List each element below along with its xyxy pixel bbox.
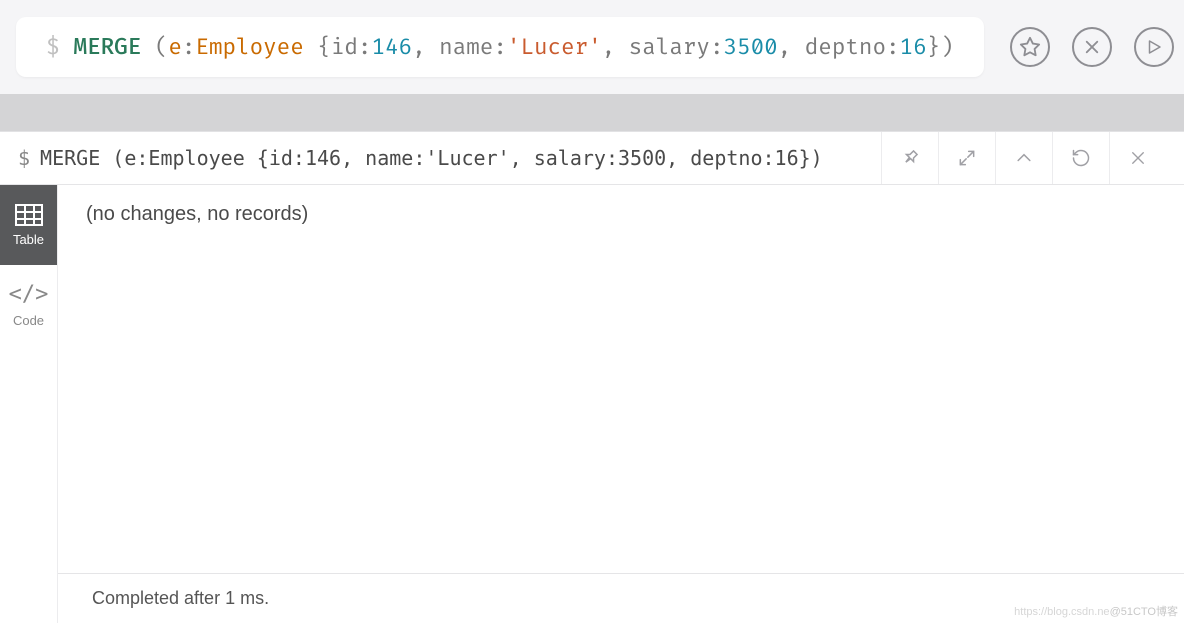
cypher-input[interactable]: $ MERGE (e:Employee {id:146, name:'Lucer… [16,17,984,77]
result-content: (no changes, no records) Completed after… [58,185,1184,623]
result-panel: $ MERGE (e:Employee {id:146, name:'Lucer… [0,131,1184,623]
tab-table[interactable]: Table [0,185,57,265]
result-query-text: MERGE (e:Employee {id:146, name:'Lucer',… [40,146,881,170]
watermark: https://blog.csdn.ne@51CTO博客 [1014,603,1178,619]
prompt-symbol: $ [46,34,60,61]
result-header: $ MERGE (e:Employee {id:146, name:'Lucer… [0,132,1184,185]
query-bar-actions [1010,27,1174,67]
close-icon [1129,149,1147,167]
expand-icon [957,148,977,168]
table-icon [15,204,43,226]
tab-code-label: Code [13,313,44,328]
run-button[interactable] [1134,27,1174,67]
close-result-button[interactable] [1109,132,1166,184]
separator-bar [0,94,1184,131]
cypher-query-content: MERGE (e:Employee {id:146, name:'Lucer',… [74,34,954,61]
tab-code[interactable]: </> Code [0,265,57,345]
collapse-button[interactable] [995,132,1052,184]
rerun-button[interactable] [1052,132,1109,184]
view-tabs: Table </> Code [0,185,58,623]
star-icon [1019,36,1041,58]
query-bar: $ MERGE (e:Employee {id:146, name:'Lucer… [0,0,1184,94]
status-text: Completed after 1 ms. [92,588,269,609]
pin-icon [900,148,920,168]
refresh-icon [1071,148,1091,168]
chevron-up-icon [1014,148,1034,168]
result-actions [881,132,1166,184]
expand-button[interactable] [938,132,995,184]
play-icon [1145,38,1163,56]
clear-button[interactable] [1072,27,1112,67]
pin-button[interactable] [881,132,938,184]
result-prompt-symbol: $ [18,146,30,170]
favorite-button[interactable] [1010,27,1050,67]
code-icon: </> [9,282,49,307]
result-body: Table </> Code (no changes, no records) … [0,185,1184,623]
x-icon [1083,38,1101,56]
result-message: (no changes, no records) [58,185,1184,573]
tab-table-label: Table [13,232,44,247]
